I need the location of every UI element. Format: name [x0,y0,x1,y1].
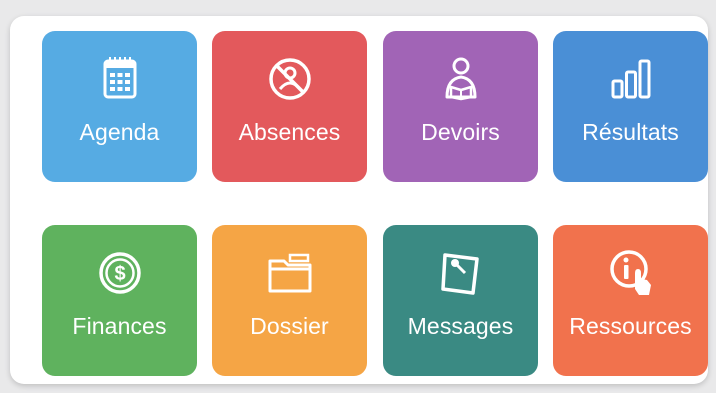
bar-chart-icon [605,53,657,105]
agenda-tile[interactable]: Agenda [42,31,197,182]
absences-tile[interactable]: Absences [212,31,367,182]
no-person-icon [264,53,316,105]
svg-text:$: $ [114,263,125,285]
ressources-tile[interactable]: Ressources [553,225,708,376]
student-reading-icon [435,53,487,105]
finances-label: Finances [72,313,167,339]
dossier-tile[interactable]: Dossier [212,225,367,376]
resultats-tile[interactable]: Résultats [553,31,708,182]
info-touch-icon [605,247,657,299]
devoirs-label: Devoirs [421,119,500,145]
messages-label: Messages [407,313,514,339]
dossier-label: Dossier [250,313,329,339]
resultats-label: Résultats [582,119,679,145]
pinned-note-icon [435,247,487,299]
finances-tile[interactable]: $ Finances [42,225,197,376]
devoirs-tile[interactable]: Devoirs [383,31,538,182]
folder-icon [264,247,316,299]
messages-tile[interactable]: Messages [383,225,538,376]
calendar-icon [94,53,146,105]
absences-label: Absences [238,119,341,145]
agenda-label: Agenda [79,119,160,145]
ressources-label: Ressources [569,313,692,339]
dollar-coin-icon: $ [94,247,146,299]
